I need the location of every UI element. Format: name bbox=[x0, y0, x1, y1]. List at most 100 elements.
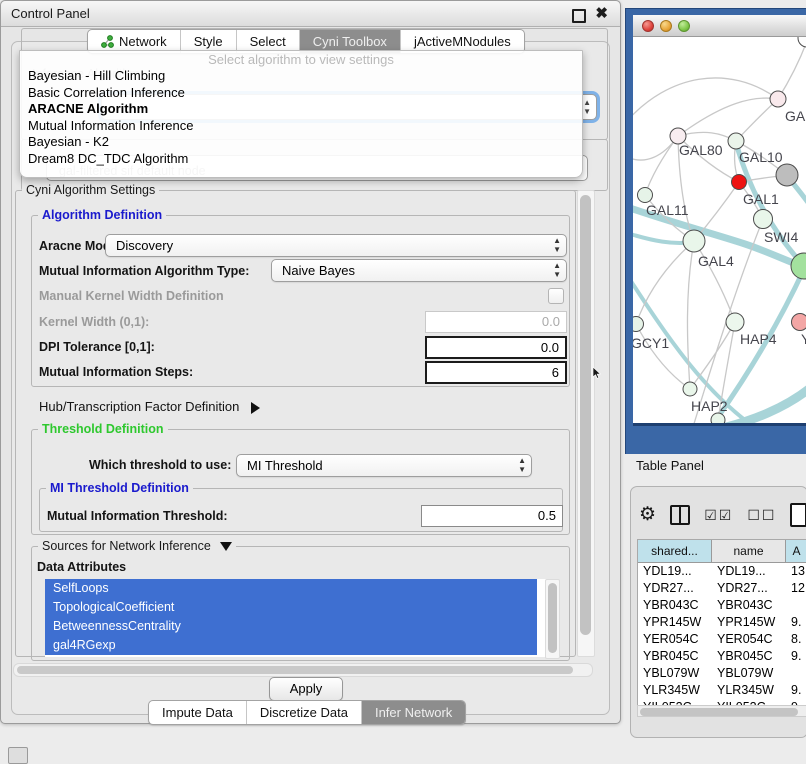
table-row[interactable]: YDR27...YDR27...12 bbox=[638, 580, 806, 597]
network-node-HAP2[interactable] bbox=[683, 382, 697, 396]
table-row[interactable]: YDL19...YDL19...13 bbox=[638, 563, 806, 580]
tab-label: jActiveMNodules bbox=[414, 34, 511, 49]
sources-title-text: Sources for Network Inference bbox=[42, 539, 211, 553]
table-cell: 13 bbox=[786, 563, 806, 580]
network-node-GCY1[interactable] bbox=[633, 317, 644, 332]
network-canvas[interactable]: GALGAL80GAL10GAL1GAL11SWI4GAL4GCY1HAP4YH… bbox=[633, 37, 806, 423]
table-cell: YBR045C bbox=[712, 648, 786, 665]
dpi-tolerance-field[interactable]: 0.0 bbox=[425, 336, 567, 359]
dropdown-item[interactable]: ARACNE Algorithm bbox=[20, 101, 582, 118]
dropdown-item[interactable]: Bayesian - Hill Climbing bbox=[20, 68, 582, 85]
settings-gear-icon[interactable]: ⚙ bbox=[639, 504, 656, 526]
apply-button[interactable]: Apply bbox=[269, 677, 343, 701]
network-node-label: GAL4 bbox=[698, 253, 734, 269]
table-row[interactable]: YBL079WYBL079W bbox=[638, 665, 806, 682]
mi-steps-field[interactable]: 6 bbox=[425, 361, 567, 384]
minimized-panel-icon[interactable] bbox=[8, 747, 28, 764]
table-horizontal-scrollbar[interactable] bbox=[637, 705, 806, 717]
network-node[interactable] bbox=[711, 413, 725, 423]
which-threshold-label: Which threshold to use: bbox=[89, 458, 231, 472]
table-row[interactable]: YER054CYER054C8. bbox=[638, 631, 806, 648]
dropdown-items: Bayesian - Hill ClimbingBasic Correlatio… bbox=[20, 68, 582, 167]
zoom-traffic-light-icon[interactable] bbox=[678, 20, 690, 32]
dropdown-item[interactable]: Dream8 DC_TDC Algorithm bbox=[20, 151, 582, 168]
which-threshold-combo[interactable]: MI Threshold ▲▼ bbox=[236, 454, 532, 477]
sources-group-title[interactable]: Sources for Network Inference bbox=[38, 539, 236, 553]
dropdown-item[interactable]: Bayesian - K2 bbox=[20, 134, 582, 151]
network-node-SWI4[interactable] bbox=[754, 210, 773, 229]
mi-type-combo[interactable]: Naive Bayes ▲▼ bbox=[271, 259, 567, 282]
table-cell: YDR27... bbox=[638, 580, 712, 597]
table-header-2[interactable]: name bbox=[712, 540, 786, 562]
network-node-HAP4[interactable] bbox=[726, 313, 744, 331]
network-edge[interactable] bbox=[778, 41, 806, 99]
network-node-GAL10[interactable] bbox=[728, 133, 744, 149]
network-edge[interactable] bbox=[690, 322, 735, 389]
tab-label: Network bbox=[119, 34, 167, 49]
mi-threshold-field[interactable]: 0.5 bbox=[421, 505, 563, 527]
attributes-scrollbar[interactable] bbox=[545, 579, 560, 659]
aracne-mode-combo[interactable]: Discovery ▲▼ bbox=[105, 234, 567, 257]
minimize-traffic-light-icon[interactable] bbox=[660, 20, 672, 32]
kernel-width-field[interactable]: 0.0 bbox=[425, 311, 567, 333]
table-row[interactable]: YLR345WYLR345W9. bbox=[638, 682, 806, 699]
network-edge[interactable] bbox=[719, 385, 806, 423]
network-node[interactable] bbox=[798, 37, 806, 47]
attribute-list-item[interactable]: SelfLoops bbox=[45, 579, 537, 598]
network-edge[interactable] bbox=[678, 98, 778, 136]
algorithm-dropdown-popup: Select algorithm to view settings Bayesi… bbox=[19, 50, 583, 178]
node-table: shared...nameA YDL19...YDL19...13YDR27..… bbox=[637, 539, 806, 706]
hub-definition-expander[interactable]: Hub/Transcription Factor Definition bbox=[39, 399, 260, 414]
network-edge[interactable] bbox=[736, 99, 778, 141]
table-row[interactable]: YBR043CYBR043C bbox=[638, 597, 806, 614]
select-all-icon[interactable]: ☑☑ bbox=[704, 507, 733, 524]
settings-vertical-scrollbar[interactable] bbox=[577, 190, 595, 657]
table-cell: 9. bbox=[786, 648, 806, 665]
settings-horizontal-scrollbar[interactable] bbox=[13, 663, 593, 677]
bottom-tab-infer-network[interactable]: Infer Network bbox=[362, 701, 465, 724]
network-node-GAL11[interactable] bbox=[638, 188, 653, 203]
float-window-icon[interactable] bbox=[572, 9, 586, 23]
network-edge[interactable] bbox=[636, 241, 694, 324]
new-document-icon[interactable] bbox=[790, 503, 806, 527]
attribute-list-item[interactable]: gal4RGexp bbox=[45, 636, 537, 655]
dropdown-item[interactable]: Mutual Information Inference bbox=[20, 118, 582, 135]
tab-label: Style bbox=[194, 34, 223, 49]
network-node-GAL[interactable] bbox=[770, 91, 786, 107]
network-node-GAL1[interactable] bbox=[732, 175, 747, 190]
table-header-1[interactable]: shared... bbox=[638, 540, 712, 562]
network-edge[interactable] bbox=[678, 132, 736, 141]
manual-kernel-label: Manual Kernel Width Definition bbox=[39, 289, 224, 303]
bottom-tab-discretize-data[interactable]: Discretize Data bbox=[247, 701, 362, 724]
column-visibility-icon[interactable] bbox=[670, 505, 690, 525]
table-row[interactable]: YBR045CYBR045C9. bbox=[638, 648, 806, 665]
dpi-tolerance-label: DPI Tolerance [0,1]: bbox=[39, 340, 155, 354]
table-cell: 9. bbox=[786, 614, 806, 631]
mi-type-label: Mutual Information Algorithm Type: bbox=[39, 264, 249, 278]
attribute-list-item[interactable]: TopologicalCoefficient bbox=[45, 598, 537, 617]
table-toolbar: ⚙ ☑☑ ☐☐ bbox=[639, 501, 806, 529]
manual-kernel-checkbox[interactable] bbox=[548, 288, 564, 304]
table-row[interactable]: YPR145WYPR145W9. bbox=[638, 614, 806, 631]
network-edge[interactable] bbox=[645, 136, 678, 195]
expander-arrow-icon bbox=[251, 402, 260, 414]
network-view-window: GALGAL80GAL10GAL1GAL11SWI4GAL4GCY1HAP4YH… bbox=[625, 8, 806, 454]
table-cell: YDL19... bbox=[712, 563, 786, 580]
bottom-tab-impute-data[interactable]: Impute Data bbox=[149, 701, 247, 724]
network-node[interactable] bbox=[776, 164, 798, 186]
network-edge[interactable] bbox=[633, 78, 778, 121]
table-cell: YDL19... bbox=[638, 563, 712, 580]
network-window-titlebar[interactable] bbox=[633, 15, 806, 37]
deselect-all-icon[interactable]: ☐☐ bbox=[747, 507, 776, 524]
dropdown-item[interactable]: Basic Correlation Inference bbox=[20, 85, 582, 102]
close-traffic-light-icon[interactable] bbox=[642, 20, 654, 32]
which-threshold-value: MI Threshold bbox=[247, 458, 323, 473]
close-icon[interactable]: ✖ bbox=[595, 4, 608, 24]
attribute-list-item[interactable]: BetweennessCentrality bbox=[45, 617, 537, 636]
mi-threshold-group-title: MI Threshold Definition bbox=[46, 481, 193, 495]
network-node-GAL4[interactable] bbox=[683, 230, 705, 252]
table-cell bbox=[786, 597, 806, 614]
table-header-3[interactable]: A bbox=[786, 540, 806, 562]
network-node-label: GAL1 bbox=[743, 191, 779, 207]
network-node-Y[interactable] bbox=[792, 314, 806, 331]
